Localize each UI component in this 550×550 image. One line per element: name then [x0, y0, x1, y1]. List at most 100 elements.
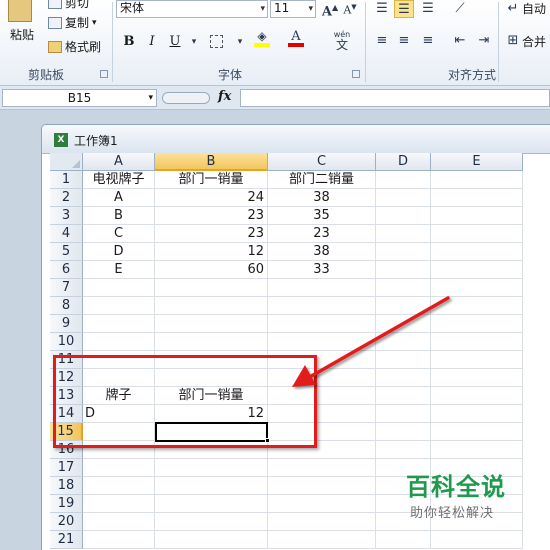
- cell-b3[interactable]: 23: [155, 207, 268, 225]
- row-header-1[interactable]: 1: [50, 171, 83, 189]
- cell-b9[interactable]: [155, 315, 268, 333]
- cell-d6[interactable]: [376, 261, 431, 279]
- cell-c20[interactable]: [268, 513, 376, 531]
- cell-c19[interactable]: [268, 495, 376, 513]
- cell-e12[interactable]: [431, 369, 523, 387]
- row-header-2[interactable]: 2: [50, 189, 83, 207]
- cell-c7[interactable]: [268, 279, 376, 297]
- cell-b19[interactable]: [155, 495, 268, 513]
- row-header-17[interactable]: 17: [50, 459, 83, 477]
- cell-c6[interactable]: 33: [268, 261, 376, 279]
- cell-a2[interactable]: A: [83, 189, 155, 207]
- cell-a9[interactable]: [83, 315, 155, 333]
- cell-a4[interactable]: C: [83, 225, 155, 243]
- cell-e6[interactable]: [431, 261, 523, 279]
- cell-d1[interactable]: [376, 171, 431, 189]
- cell-c21[interactable]: [268, 531, 376, 549]
- row-header-21[interactable]: 21: [50, 531, 83, 549]
- cell-d7[interactable]: [376, 279, 431, 297]
- cell-e4[interactable]: [431, 225, 523, 243]
- cell-d5[interactable]: [376, 243, 431, 261]
- cell-b2[interactable]: 24: [155, 189, 268, 207]
- cell-a3[interactable]: B: [83, 207, 155, 225]
- cell-d16[interactable]: [376, 441, 431, 459]
- cell-e16[interactable]: [431, 441, 523, 459]
- cell-b21[interactable]: [155, 531, 268, 549]
- column-header-d[interactable]: D: [376, 153, 431, 171]
- column-header-e[interactable]: E: [431, 153, 523, 171]
- cell-a7[interactable]: [83, 279, 155, 297]
- cell-e2[interactable]: [431, 189, 523, 207]
- cell-c4[interactable]: 23: [268, 225, 376, 243]
- cell-b17[interactable]: [155, 459, 268, 477]
- cell-c3[interactable]: 35: [268, 207, 376, 225]
- cell-c8[interactable]: [268, 297, 376, 315]
- cell-e13[interactable]: [431, 387, 523, 405]
- cell-e15[interactable]: [431, 423, 523, 441]
- cell-e10[interactable]: [431, 333, 523, 351]
- cell-d11[interactable]: [376, 351, 431, 369]
- column-header-c[interactable]: C: [268, 153, 376, 171]
- cell-e11[interactable]: [431, 351, 523, 369]
- cell-e9[interactable]: [431, 315, 523, 333]
- cell-d3[interactable]: [376, 207, 431, 225]
- cell-e14[interactable]: [431, 405, 523, 423]
- cell-a21[interactable]: [83, 531, 155, 549]
- cell-e5[interactable]: [431, 243, 523, 261]
- cell-a10[interactable]: [83, 333, 155, 351]
- cell-e7[interactable]: [431, 279, 523, 297]
- row-header-6[interactable]: 6: [50, 261, 83, 279]
- cell-a6[interactable]: E: [83, 261, 155, 279]
- cell-b6[interactable]: 60: [155, 261, 268, 279]
- cell-e1[interactable]: [431, 171, 523, 189]
- cell-a18[interactable]: [83, 477, 155, 495]
- cell-d9[interactable]: [376, 315, 431, 333]
- row-header-19[interactable]: 19: [50, 495, 83, 513]
- row-header-8[interactable]: 8: [50, 297, 83, 315]
- cell-c18[interactable]: [268, 477, 376, 495]
- row-header-10[interactable]: 10: [50, 333, 83, 351]
- column-header-a[interactable]: A: [83, 153, 155, 171]
- cell-c1[interactable]: 部门二销量: [268, 171, 376, 189]
- row-header-20[interactable]: 20: [50, 513, 83, 531]
- cell-b5[interactable]: 12: [155, 243, 268, 261]
- cell-b1[interactable]: 部门一销量: [155, 171, 268, 189]
- cell-d10[interactable]: [376, 333, 431, 351]
- select-all-button[interactable]: [50, 153, 83, 171]
- cell-d15[interactable]: [376, 423, 431, 441]
- cell-c2[interactable]: 38: [268, 189, 376, 207]
- cell-d14[interactable]: [376, 405, 431, 423]
- cell-a20[interactable]: [83, 513, 155, 531]
- row-header-5[interactable]: 5: [50, 243, 83, 261]
- cell-b8[interactable]: [155, 297, 268, 315]
- cell-c5[interactable]: 38: [268, 243, 376, 261]
- cell-a1[interactable]: 电视牌子: [83, 171, 155, 189]
- cell-d2[interactable]: [376, 189, 431, 207]
- cell-b20[interactable]: [155, 513, 268, 531]
- row-header-3[interactable]: 3: [50, 207, 83, 225]
- cell-c9[interactable]: [268, 315, 376, 333]
- column-header-b[interactable]: B: [155, 153, 268, 171]
- cell-b18[interactable]: [155, 477, 268, 495]
- cell-d21[interactable]: [376, 531, 431, 549]
- cell-d13[interactable]: [376, 387, 431, 405]
- cell-a8[interactable]: [83, 297, 155, 315]
- row-header-7[interactable]: 7: [50, 279, 83, 297]
- cell-a19[interactable]: [83, 495, 155, 513]
- row-header-9[interactable]: 9: [50, 315, 83, 333]
- cell-a5[interactable]: D: [83, 243, 155, 261]
- cell-c10[interactable]: [268, 333, 376, 351]
- cell-e3[interactable]: [431, 207, 523, 225]
- cell-a17[interactable]: [83, 459, 155, 477]
- cell-e8[interactable]: [431, 297, 523, 315]
- cell-e21[interactable]: [431, 531, 523, 549]
- cell-d4[interactable]: [376, 225, 431, 243]
- cell-d12[interactable]: [376, 369, 431, 387]
- cell-b4[interactable]: 23: [155, 225, 268, 243]
- cell-b10[interactable]: [155, 333, 268, 351]
- cell-d8[interactable]: [376, 297, 431, 315]
- row-header-18[interactable]: 18: [50, 477, 83, 495]
- cell-b7[interactable]: [155, 279, 268, 297]
- row-header-4[interactable]: 4: [50, 225, 83, 243]
- cell-c17[interactable]: [268, 459, 376, 477]
